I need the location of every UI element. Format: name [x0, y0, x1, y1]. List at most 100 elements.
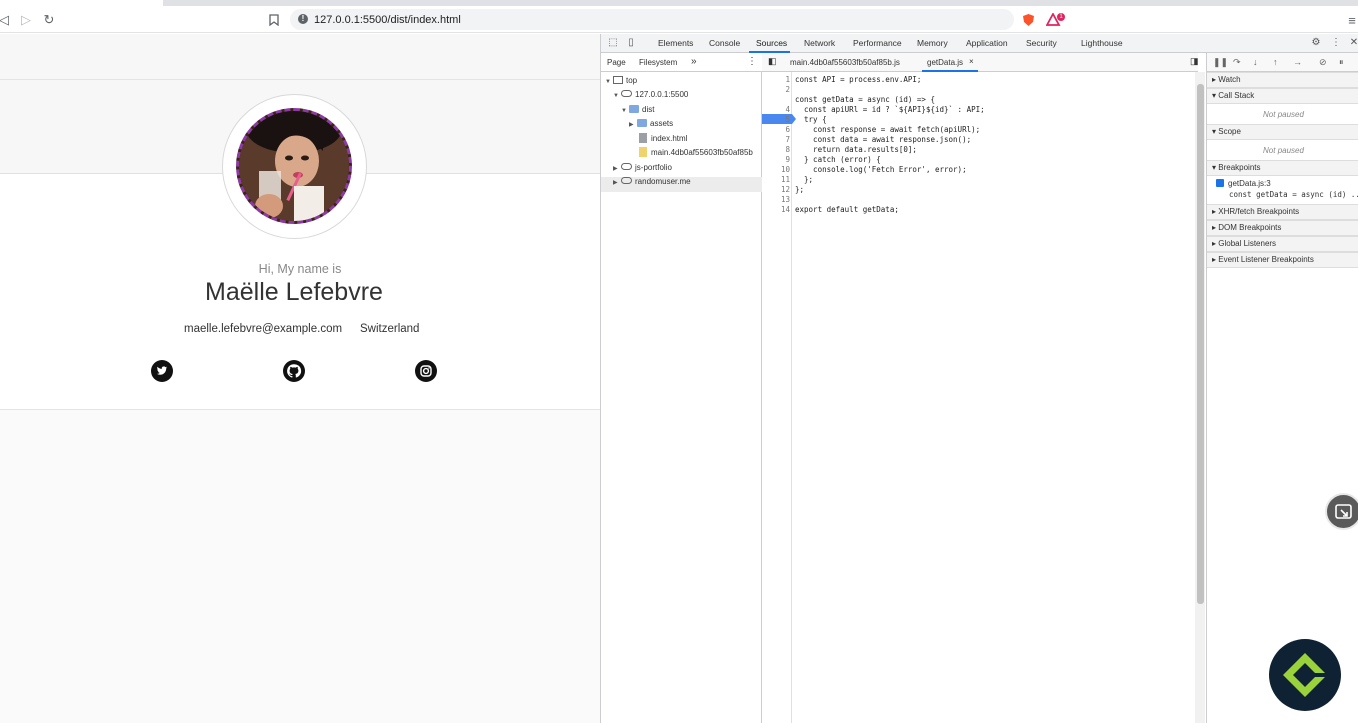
tab-sources[interactable]: Sources — [756, 38, 787, 48]
code-line[interactable]: }; — [795, 175, 813, 185]
tree-label-host: 127.0.0.1:5500 — [635, 90, 689, 99]
section-event-listener-breakpoints[interactable]: ▸ Event Listener Breakpoints — [1207, 252, 1358, 268]
tab-console[interactable]: Console — [709, 38, 740, 48]
section-scope[interactable]: ▾ Scope — [1207, 124, 1358, 140]
line-gutter[interactable]: 1 2 3 4 5 6 7 8 9 10 11 12 13 14 — [762, 72, 796, 723]
forward-icon[interactable]: ▷ — [18, 12, 34, 28]
line-number[interactable]: 4 — [762, 105, 790, 115]
gear-icon[interactable]: ⚙ — [1310, 37, 1322, 49]
line-number[interactable]: 5 — [762, 115, 790, 125]
section-label: Call Stack — [1218, 91, 1255, 100]
editor-tab-getdata[interactable]: getData.js — [927, 58, 963, 67]
back-icon[interactable]: ◁ — [0, 12, 12, 28]
line-number[interactable]: 13 — [762, 195, 790, 205]
tree-item-index[interactable]: index.html — [639, 132, 687, 146]
line-number[interactable]: 1 — [762, 75, 790, 85]
url-text[interactable]: 127.0.0.1:5500/dist/index.html — [314, 14, 461, 26]
code-line[interactable]: export default getData; — [795, 205, 899, 215]
tab-memory[interactable]: Memory — [917, 38, 948, 48]
collapse-icon[interactable]: ▶ — [629, 118, 637, 132]
step-icon[interactable]: → — [1293, 57, 1302, 67]
section-call-stack[interactable]: ▾ Call Stack — [1207, 88, 1358, 104]
code-line[interactable]: const getData = async (id) => { — [795, 95, 935, 105]
reload-icon[interactable]: ↻ — [41, 12, 57, 28]
tree-item-host[interactable]: ▼ 127.0.0.1:5500 — [613, 88, 688, 102]
github-icon[interactable] — [283, 360, 305, 382]
line-number[interactable]: 6 — [762, 125, 790, 135]
expand-icon[interactable]: ▼ — [613, 89, 621, 103]
expand-icon[interactable]: ▼ — [621, 104, 629, 118]
menu-icon[interactable]: ≡ — [1344, 12, 1358, 28]
tab-elements[interactable]: Elements — [658, 38, 693, 48]
tab-performance[interactable]: Performance — [853, 38, 902, 48]
navigator-tab-filesystem[interactable]: Filesystem — [639, 58, 677, 67]
more-tabs-icon[interactable]: » — [691, 56, 697, 67]
section-dom-breakpoints[interactable]: ▸ DOM Breakpoints — [1207, 220, 1358, 236]
code-line[interactable]: const apiURl = id ? `${API}${id}` : API; — [795, 105, 985, 115]
breakpoint-checkbox[interactable] — [1216, 179, 1224, 187]
collapse-icon[interactable]: ▶ — [613, 162, 621, 176]
tab-application[interactable]: Application — [966, 38, 1008, 48]
tree-label-index: index.html — [651, 134, 688, 143]
line-number[interactable]: 2 — [762, 85, 790, 95]
more-options-icon[interactable]: ⋮ — [1330, 37, 1342, 49]
inspect-element-icon[interactable]: ⬚ — [607, 37, 619, 49]
code-line[interactable]: const API = process.env.API; — [795, 75, 921, 85]
expand-icon[interactable]: ▼ — [605, 75, 613, 89]
code-line[interactable]: console.log('Fetch Error', error); — [795, 165, 967, 175]
twitter-icon[interactable] — [151, 360, 173, 382]
tree-item-top[interactable]: ▼ top — [605, 74, 637, 88]
line-number[interactable]: 8 — [762, 145, 790, 155]
editor-scrollbar-thumb[interactable] — [1197, 84, 1204, 604]
close-icon[interactable]: ✕ — [1348, 37, 1358, 49]
brave-shield-icon[interactable] — [1020, 12, 1036, 28]
tree-item-randomuser[interactable]: ▶ randomuser.me — [613, 175, 691, 189]
pause-on-exceptions-icon[interactable]: ⏸ — [1339, 57, 1344, 68]
section-global-listeners[interactable]: ▸ Global Listeners — [1207, 236, 1358, 252]
line-number[interactable]: 12 — [762, 185, 790, 195]
tree-item-main[interactable]: main.4db0af55603fb50af85b — [639, 146, 753, 160]
line-number[interactable]: 9 — [762, 155, 790, 165]
section-watch[interactable]: ▸ Watch — [1207, 72, 1358, 88]
step-into-icon[interactable]: ↓ — [1253, 57, 1258, 67]
pause-icon[interactable]: ❚❚ — [1213, 57, 1228, 68]
profile-email[interactable]: maelle.lefebvre@example.com — [184, 323, 342, 335]
tab-security[interactable]: Security — [1026, 38, 1057, 48]
code-line[interactable]: try { — [795, 115, 827, 125]
code-line[interactable]: const data = await response.json(); — [795, 135, 971, 145]
info-icon[interactable]: ! — [298, 14, 308, 24]
code-line[interactable]: return data.results[0]; — [795, 145, 917, 155]
device-toolbar-icon[interactable]: ▯ — [625, 37, 637, 49]
close-tab-icon[interactable]: × — [969, 57, 974, 66]
deactivate-breakpoints-icon[interactable]: ⊘ — [1319, 57, 1327, 68]
navigator-menu-icon[interactable]: ⋮ — [747, 56, 757, 67]
step-out-icon[interactable]: ↑ — [1273, 57, 1278, 67]
bookmark-icon[interactable] — [266, 12, 282, 28]
toggle-navigator-icon[interactable]: ◧ — [768, 56, 777, 67]
line-number[interactable]: 7 — [762, 135, 790, 145]
picture-in-picture-button[interactable] — [1325, 493, 1358, 530]
section-breakpoints[interactable]: ▾ Breakpoints — [1207, 160, 1358, 176]
code-line[interactable]: const response = await fetch(apiURl); — [795, 125, 980, 135]
instagram-icon[interactable] — [415, 360, 437, 382]
code-line[interactable]: } catch (error) { — [795, 155, 881, 165]
section-xhr-breakpoints[interactable]: ▸ XHR/fetch Breakpoints — [1207, 204, 1358, 220]
tree-item-assets[interactable]: ▶ assets — [629, 117, 673, 131]
line-number[interactable]: 14 — [762, 205, 790, 215]
line-number[interactable]: 3 — [762, 95, 790, 105]
step-over-icon[interactable]: ↷ — [1233, 57, 1241, 68]
collapse-icon[interactable]: ▶ — [613, 176, 621, 190]
tree-item-dist[interactable]: ▼ dist — [621, 103, 654, 117]
tree-item-portfolio[interactable]: ▶ js-portfolio — [613, 161, 672, 175]
navigator-tab-page[interactable]: Page — [607, 58, 626, 67]
breakpoint-entry[interactable]: getData.js:3 — [1216, 179, 1271, 188]
tab-lighthouse[interactable]: Lighthouse — [1081, 38, 1123, 48]
line-number[interactable]: 10 — [762, 165, 790, 175]
tree-label-assets: assets — [650, 119, 674, 128]
tab-network[interactable]: Network — [804, 38, 835, 48]
toggle-debugger-icon[interactable]: ◨ — [1190, 56, 1199, 67]
line-number[interactable]: 11 — [762, 175, 790, 185]
code-line[interactable]: }; — [795, 185, 804, 195]
editor-tab-main[interactable]: main.4db0af55603fb50af85b.js — [790, 58, 900, 67]
devtools-panel: ⬚ ▯ Elements Console Sources Network Per… — [600, 34, 1358, 723]
